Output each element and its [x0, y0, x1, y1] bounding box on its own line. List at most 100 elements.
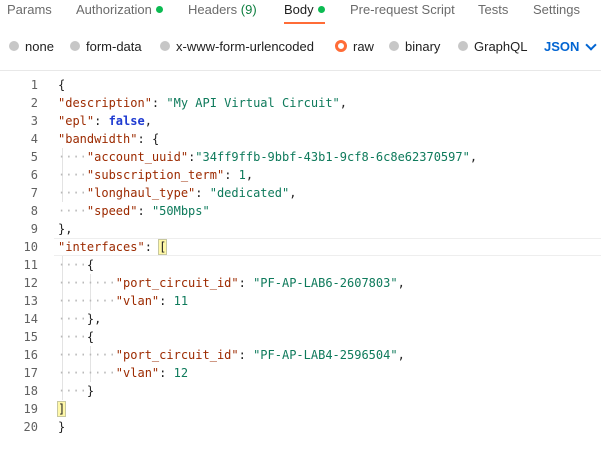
json-number: 12	[173, 366, 189, 380]
line-number: 13	[23, 294, 38, 308]
line-number: 19	[23, 402, 38, 416]
line-number: 4	[30, 132, 38, 146]
line-number: 6	[30, 168, 38, 182]
json-key: "interfaces"	[58, 240, 145, 254]
token: {	[151, 132, 160, 146]
line-number: 10	[23, 240, 38, 254]
json-number: 1	[238, 168, 246, 182]
json-key: "vlan"	[115, 366, 160, 380]
line-number: 9	[30, 222, 38, 236]
language-label: JSON	[544, 38, 580, 54]
tab-pre-request-label: Pre-request Script	[350, 2, 455, 17]
radio-graphql[interactable]: GraphQL	[458, 36, 527, 56]
body-type-options: none form-data x-www-form-urlencoded raw…	[0, 36, 601, 56]
code-line: 13 ········"vlan": 11	[0, 292, 601, 310]
radio-none[interactable]: none	[9, 36, 54, 56]
tab-headers-label: Headers	[188, 2, 238, 17]
code-line: 4 "bandwidth": {	[0, 130, 601, 148]
radio-graphql-icon	[458, 41, 468, 51]
line-number: 17	[23, 366, 38, 380]
chevron-down-icon	[585, 38, 598, 51]
radio-binary-label: binary	[405, 38, 441, 54]
code-line: 2 "description": "My API Virtual Circuit"…	[0, 94, 601, 112]
radio-none-label: none	[25, 38, 54, 54]
json-string: "dedicated"	[209, 186, 290, 200]
line-number: 11	[23, 258, 38, 272]
json-number: 11	[173, 294, 189, 308]
tab-settings[interactable]: Settings	[533, 0, 580, 22]
line-number: 18	[23, 384, 38, 398]
radio-raw-icon	[335, 40, 347, 52]
json-key: "account_uuid"	[86, 150, 189, 164]
tab-body[interactable]: Body	[284, 0, 325, 24]
json-key: "vlan"	[115, 294, 160, 308]
headers-count: (9)	[240, 2, 257, 17]
divider	[0, 70, 601, 71]
code-line: 18 ····}	[0, 382, 601, 400]
json-key: "subscription_term"	[86, 168, 225, 182]
tab-headers[interactable]: Headers (9)	[188, 0, 257, 22]
radio-binary-icon	[389, 41, 399, 51]
token: {	[58, 78, 66, 92]
radio-form-data[interactable]: form-data	[70, 36, 142, 56]
code-line: 20}	[0, 418, 601, 436]
code-line: 7 ····"longhaul_type": "dedicated",	[0, 184, 601, 202]
code-line: 12 ········"port_circuit_id": "PF-AP-LAB6…	[0, 274, 601, 292]
radio-graphql-label: GraphQL	[474, 38, 528, 54]
json-string: "My API Virtual Circuit"	[166, 96, 340, 110]
code-line: 1{	[0, 76, 601, 94]
tab-pre-request-script[interactable]: Pre-request Script	[350, 0, 455, 22]
json-key: "epl"	[58, 114, 95, 128]
code-line: 15 ····{	[0, 328, 601, 346]
radio-urlencoded-label: x-www-form-urlencoded	[176, 38, 314, 54]
line-number: 2	[30, 96, 38, 110]
tab-params[interactable]: Params	[7, 0, 52, 22]
json-key: "port_circuit_id"	[115, 276, 239, 290]
code-line: 8 ····"speed": "50Mbps"	[0, 202, 601, 220]
token: }	[86, 384, 95, 398]
bracket-match-highlight: ]	[56, 401, 67, 417]
line-number: 15	[23, 330, 38, 344]
bracket-match-highlight: [	[158, 239, 168, 255]
code-line: 11 ····{	[0, 256, 601, 274]
authorization-status-dot	[155, 6, 163, 13]
radio-binary[interactable]: binary	[389, 36, 440, 56]
language-dropdown[interactable]: JSON	[544, 36, 598, 56]
line-number: 7	[30, 186, 38, 200]
json-boolean: false	[108, 114, 145, 128]
line-number: 20	[23, 420, 38, 434]
code-line: 3 "epl": false,	[0, 112, 601, 130]
radio-form-data-icon	[70, 41, 80, 51]
radio-raw[interactable]: raw	[335, 36, 374, 56]
json-key: "speed"	[86, 204, 138, 218]
radio-urlencoded-icon	[160, 41, 170, 51]
token: }	[58, 420, 66, 434]
token: },	[86, 312, 102, 326]
radio-form-data-label: form-data	[86, 38, 142, 54]
json-key: "bandwidth"	[58, 132, 138, 146]
line-number: 1	[30, 78, 38, 92]
tab-body-label: Body	[284, 2, 314, 17]
token: {	[86, 330, 95, 344]
json-key: "port_circuit_id"	[115, 348, 239, 362]
tab-authorization[interactable]: Authorization	[76, 0, 163, 22]
tab-params-label: Params	[7, 2, 52, 17]
line-number: 5	[30, 150, 38, 164]
line-number: 12	[23, 276, 38, 290]
code-line: 6 ····"subscription_term": 1,	[0, 166, 601, 184]
code-line: 17 ········"vlan": 12	[0, 364, 601, 382]
code-line: 9},	[0, 220, 601, 238]
body-status-dot	[317, 6, 325, 13]
tab-authorization-label: Authorization	[76, 2, 152, 17]
radio-urlencoded[interactable]: x-www-form-urlencoded	[160, 36, 314, 56]
tab-tests[interactable]: Tests	[478, 0, 508, 22]
line-number: 14	[23, 312, 38, 326]
tab-tests-label: Tests	[478, 2, 509, 17]
code-line: 16 ········"port_circuit_id": "PF-AP-LAB4…	[0, 346, 601, 364]
code-line: 14 ····},	[0, 310, 601, 328]
json-string: "PF-AP-LAB4-2596504"	[253, 348, 398, 362]
line-number: 3	[30, 114, 38, 128]
json-string: "50Mbps"	[151, 204, 210, 218]
radio-none-icon	[9, 41, 19, 51]
code-editor[interactable]: 1{ 2 "description": "My API Virtual Circu…	[0, 76, 601, 466]
